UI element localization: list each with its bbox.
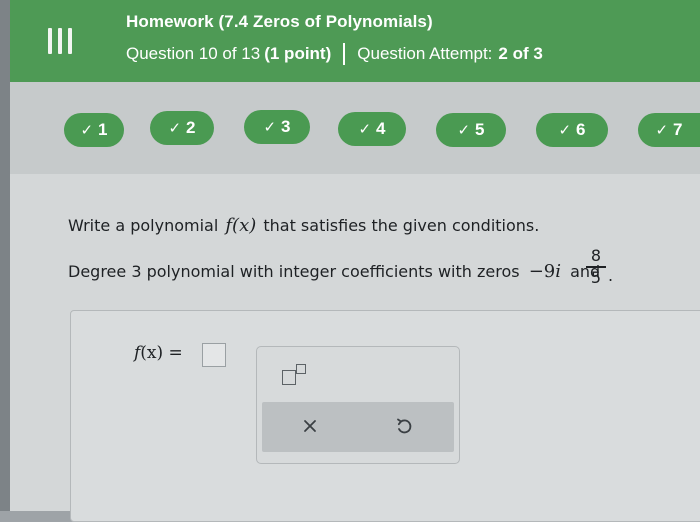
question-nav-number: 7 <box>673 120 683 139</box>
question-nav-number: 1 <box>98 120 108 139</box>
question-nav-item-3[interactable]: ✓ 3 <box>244 110 310 144</box>
question-nav-item-4[interactable]: ✓ 4 <box>338 112 406 146</box>
zero-fraction: 8 5 <box>586 247 606 287</box>
clear-x-icon[interactable] <box>297 413 323 439</box>
window-edge <box>0 0 10 511</box>
checkmark-icon: ✓ <box>457 122 471 139</box>
header-divider <box>343 43 346 65</box>
question-text: Write a polynomial <box>68 216 219 235</box>
toolbar-actions <box>262 402 454 452</box>
question-progress: Question 10 of 13 <box>126 44 261 63</box>
answer-label-rest: (x) = <box>140 343 183 363</box>
zero-complex: −9i <box>529 261 561 282</box>
hamburger-menu-icon[interactable] <box>48 28 72 54</box>
imaginary-unit: i <box>555 261 561 282</box>
fraction-numerator: 8 <box>590 246 602 265</box>
question-nav-item-1[interactable]: ✓ 1 <box>64 113 124 147</box>
question-nav-number: 3 <box>281 117 291 136</box>
checkmark-icon: ✓ <box>358 121 372 138</box>
question-nav-item-2[interactable]: ✓ 2 <box>150 111 214 145</box>
undo-icon[interactable] <box>391 413 417 439</box>
exponent-template-icon[interactable] <box>280 362 310 386</box>
checkmark-icon: ✓ <box>263 119 277 136</box>
attempt-value: 2 of 3 <box>498 44 543 63</box>
function-notation: f(x) <box>225 215 257 236</box>
question-points: (1 point) <box>264 44 332 63</box>
checkmark-icon: ✓ <box>558 122 572 139</box>
question-nav-number: 4 <box>376 119 386 138</box>
question-info: Question 10 of 13 (1 point) Question Att… <box>126 43 543 65</box>
question-nav-number: 5 <box>475 120 485 139</box>
checkmark-icon: ✓ <box>80 122 94 139</box>
checkmark-icon: ✓ <box>168 120 182 137</box>
fraction-denominator: 5 <box>590 267 602 287</box>
zero-value: −9 <box>528 261 556 282</box>
checkmark-icon: ✓ <box>655 122 669 139</box>
question-nav-item-6[interactable]: ✓ 6 <box>536 113 608 147</box>
question-nav-item-5[interactable]: ✓ 5 <box>436 113 506 147</box>
question-line-1: Write a polynomial f(x) that satisfies t… <box>68 215 539 236</box>
question-nav-number: 2 <box>186 118 196 137</box>
question-line-2: Degree 3 polynomial with integer coeffic… <box>68 261 600 282</box>
answer-label: f(x) = <box>134 343 183 363</box>
assignment-title: Homework (7.4 Zeros of Polynomials) <box>126 12 433 31</box>
question-nav-number: 6 <box>576 120 586 139</box>
attempt-label: Question Attempt: <box>357 44 493 63</box>
question-text: that satisfies the given conditions. <box>263 216 540 235</box>
question-nav-item-7[interactable]: ✓ 7 <box>638 113 700 147</box>
answer-input[interactable] <box>202 343 226 367</box>
sentence-period: . <box>608 266 614 285</box>
question-text: Degree 3 polynomial with integer coeffic… <box>68 262 520 281</box>
